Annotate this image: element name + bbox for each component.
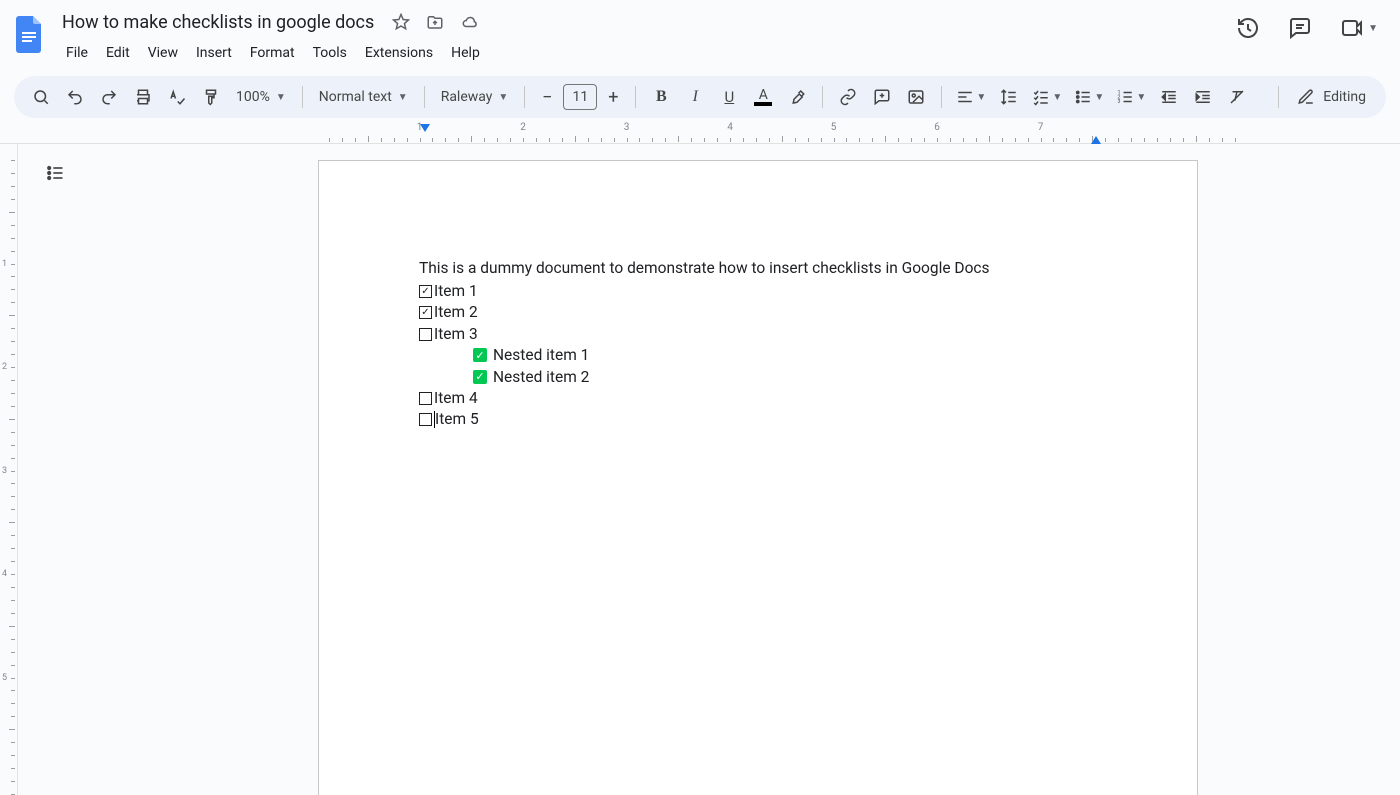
paragraph-style-select[interactable]: Normal text▼	[313, 85, 414, 109]
star-icon[interactable]	[392, 13, 410, 31]
menu-edit[interactable]: Edit	[98, 41, 138, 65]
increase-indent-icon[interactable]	[1188, 82, 1218, 112]
menu-help[interactable]: Help	[443, 41, 488, 65]
menu-bar: FileEditViewInsertFormatToolsExtensionsH…	[58, 38, 1236, 68]
comments-icon[interactable]	[1288, 16, 1312, 40]
toolbar: 100%▼ Normal text▼ Raleway▼ − 11 + B I U…	[14, 76, 1386, 118]
insert-image-icon[interactable]	[901, 82, 931, 112]
checklist-item[interactable]: Item 3	[419, 324, 1097, 345]
checklist-item[interactable]: Item 5	[419, 409, 1097, 430]
checklist-item-text[interactable]: Item 1	[434, 281, 478, 302]
horizontal-ruler[interactable]: 1234567	[0, 122, 1400, 144]
checklist-item-text[interactable]: Item 3	[434, 324, 478, 345]
checklist-item[interactable]: ✓ Nested item 1	[419, 345, 1097, 366]
paint-format-icon[interactable]	[196, 82, 226, 112]
cloud-status-icon[interactable]	[460, 13, 480, 31]
decrease-font-size[interactable]: −	[535, 87, 559, 108]
underline-icon[interactable]: U	[714, 82, 744, 112]
checkbox-checked-icon[interactable]: ✓	[419, 285, 432, 298]
align-icon[interactable]: ▼	[952, 82, 990, 112]
italic-icon[interactable]: I	[680, 82, 710, 112]
undo-icon[interactable]	[60, 82, 90, 112]
meet-icon[interactable]: ▼	[1340, 16, 1378, 40]
spellcheck-icon[interactable]	[162, 82, 192, 112]
checklist-item-text[interactable]: Item 5	[435, 409, 479, 430]
checklist-item[interactable]: ✓Item 2	[419, 302, 1097, 323]
svg-text:3: 3	[1118, 99, 1121, 105]
checklist-item-text[interactable]: Item 2	[434, 302, 478, 323]
menu-format[interactable]: Format	[242, 41, 303, 65]
menu-tools[interactable]: Tools	[305, 41, 355, 65]
add-comment-icon[interactable]	[867, 82, 897, 112]
increase-font-size[interactable]: +	[601, 87, 625, 108]
docs-logo[interactable]	[12, 12, 48, 56]
move-icon[interactable]	[426, 13, 444, 31]
numbered-list-icon[interactable]: 123▼	[1112, 82, 1150, 112]
checkbox-unchecked-icon[interactable]	[419, 328, 432, 341]
history-icon[interactable]	[1236, 16, 1260, 40]
caret-down-icon: ▼	[1368, 23, 1378, 34]
checklist-item-text[interactable]: Nested item 1	[493, 345, 589, 366]
checklist-item-text[interactable]: Nested item 2	[493, 367, 589, 388]
menu-view[interactable]: View	[140, 41, 186, 65]
checkbox-checked-icon[interactable]: ✓	[473, 348, 487, 362]
document-page[interactable]: This is a dummy document to demonstrate …	[318, 160, 1198, 795]
bulleted-list-icon[interactable]: ▼	[1070, 82, 1108, 112]
checkbox-unchecked-icon[interactable]	[419, 392, 432, 405]
checkbox-checked-icon[interactable]: ✓	[473, 370, 487, 384]
text-color-icon[interactable]: A	[748, 82, 778, 112]
checkbox-checked-icon[interactable]: ✓	[419, 306, 432, 319]
intro-text[interactable]: This is a dummy document to demonstrate …	[419, 259, 1097, 277]
highlight-icon[interactable]	[782, 82, 812, 112]
menu-file[interactable]: File	[58, 41, 96, 65]
decrease-indent-icon[interactable]	[1154, 82, 1184, 112]
menu-extensions[interactable]: Extensions	[357, 41, 441, 65]
document-outline-icon[interactable]	[40, 158, 70, 188]
clear-formatting-icon[interactable]	[1222, 82, 1252, 112]
font-size-input[interactable]: 11	[563, 84, 597, 110]
checkbox-unchecked-icon[interactable]	[419, 413, 432, 426]
checklist-icon[interactable]: ▼	[1028, 82, 1066, 112]
print-icon[interactable]	[128, 82, 158, 112]
checklist-item[interactable]: Item 4	[419, 388, 1097, 409]
checklist-item[interactable]: ✓ Nested item 2	[419, 367, 1097, 388]
checklist-item[interactable]: ✓Item 1	[419, 281, 1097, 302]
vertical-ruler[interactable]: 12345	[0, 144, 18, 795]
menu-insert[interactable]: Insert	[188, 41, 240, 65]
line-spacing-icon[interactable]	[994, 82, 1024, 112]
document-title[interactable]: How to make checklists in google docs	[58, 10, 378, 35]
font-select[interactable]: Raleway▼	[435, 85, 515, 109]
editing-mode-select[interactable]: Editing	[1264, 82, 1374, 112]
bold-icon[interactable]: B	[646, 82, 676, 112]
insert-link-icon[interactable]	[833, 82, 863, 112]
search-menus-icon[interactable]	[26, 82, 56, 112]
checklist-item-text[interactable]: Item 4	[434, 388, 478, 409]
redo-icon[interactable]	[94, 82, 124, 112]
zoom-select[interactable]: 100%▼	[230, 85, 292, 109]
